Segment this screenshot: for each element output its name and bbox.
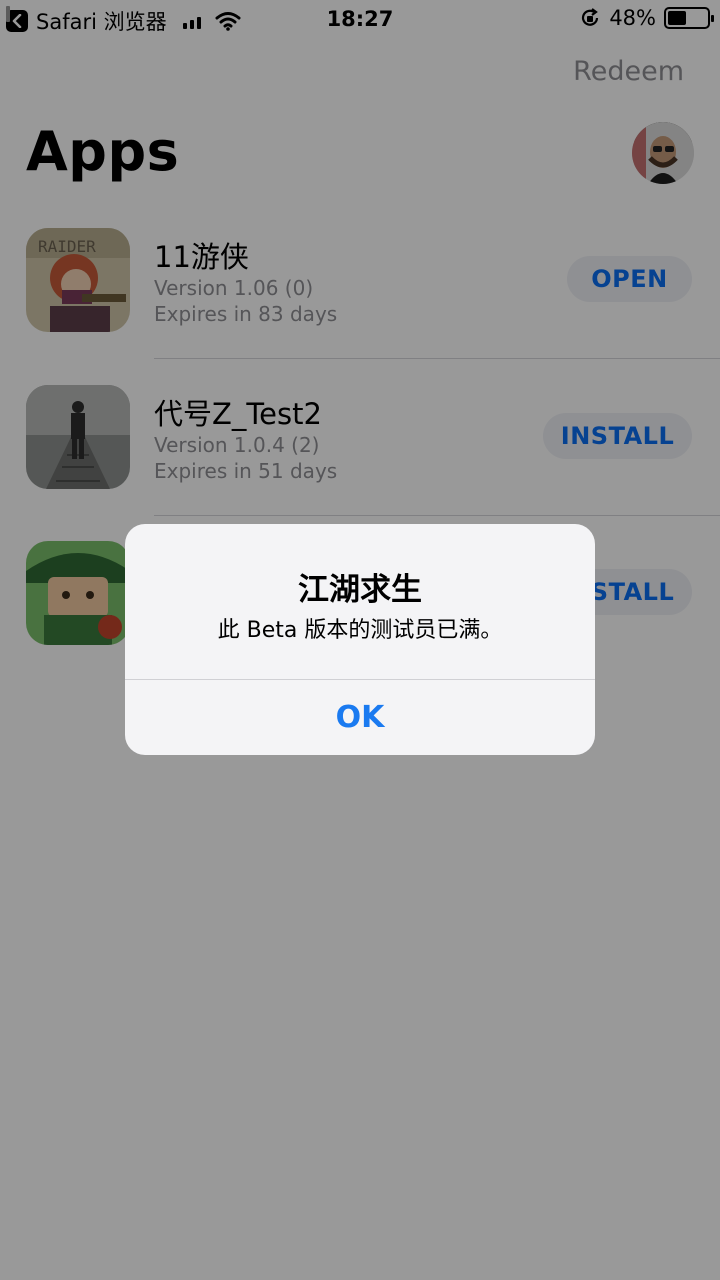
alert-dialog: 江湖求生 此 Beta 版本的测试员已满。 OK — [125, 524, 595, 755]
alert-title: 江湖求生 — [298, 572, 422, 608]
alert-message: 此 Beta 版本的测试员已满。 — [217, 618, 503, 643]
alert-ok-button[interactable]: OK — [125, 680, 595, 755]
testflight-screen: Safari 浏览器 18:27 48% Redeem Apps RAIDER … — [0, 0, 720, 1280]
